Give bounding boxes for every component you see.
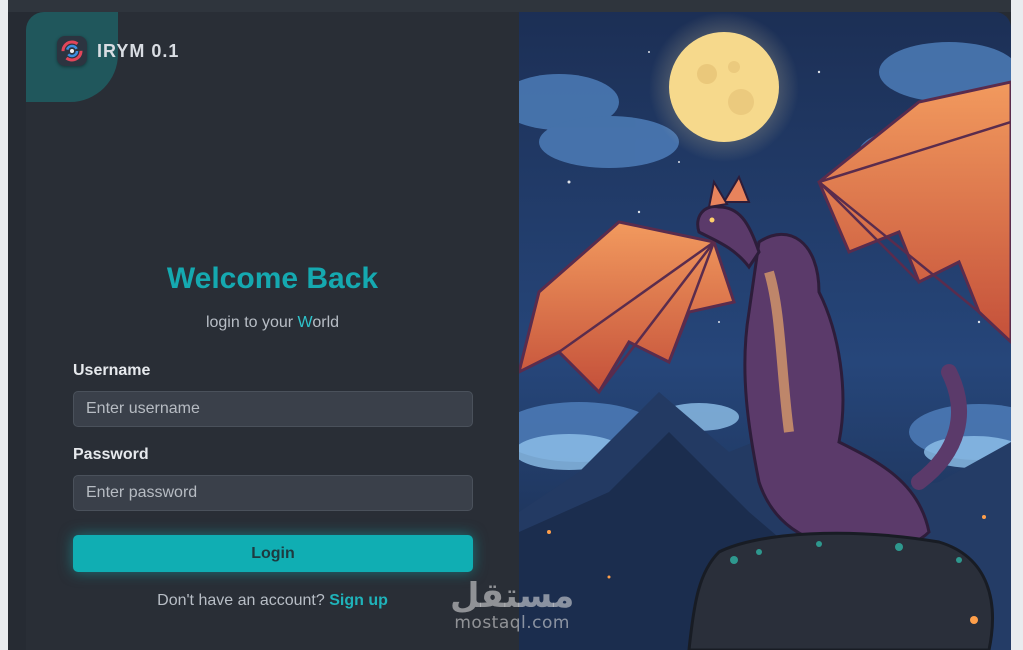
dragon-artwork [519, 12, 1011, 650]
password-input[interactable] [73, 475, 473, 511]
page-subtitle: login to your World [26, 314, 519, 332]
watermark: مستقل mostaql.com [450, 578, 574, 632]
subtitle-prefix: login to your [205, 314, 298, 331]
signup-link[interactable]: Sign up [329, 592, 388, 609]
brand: IRYM 0.1 [57, 36, 179, 66]
password-label: Password [73, 446, 149, 463]
brand-name: IRYM 0.1 [97, 40, 180, 61]
swirl-logo-icon [57, 36, 87, 66]
subtitle-accent: W [297, 314, 313, 331]
subtitle-suffix: orld [312, 314, 340, 331]
signup-prompt: Don't have an account? Sign up [26, 592, 519, 610]
page-title: Welcome Back [166, 262, 379, 295]
username-input[interactable] [73, 391, 473, 427]
top-strip [8, 0, 1011, 12]
watermark-latin: mostaql.com [454, 613, 570, 633]
watermark-arabic: مستقل [450, 576, 575, 616]
login-screen: IRYM 0.1 Welcome Back login to your Worl… [8, 0, 1011, 650]
window-frame-right [1011, 0, 1023, 650]
signup-prompt-text: Don't have an account? [157, 592, 330, 609]
login-panel: IRYM 0.1 Welcome Back login to your Worl… [26, 12, 519, 650]
login-button[interactable]: Login [73, 535, 473, 572]
dragon-illustration [519, 12, 1011, 650]
username-label: Username [73, 362, 151, 379]
window-frame-left [0, 0, 8, 650]
